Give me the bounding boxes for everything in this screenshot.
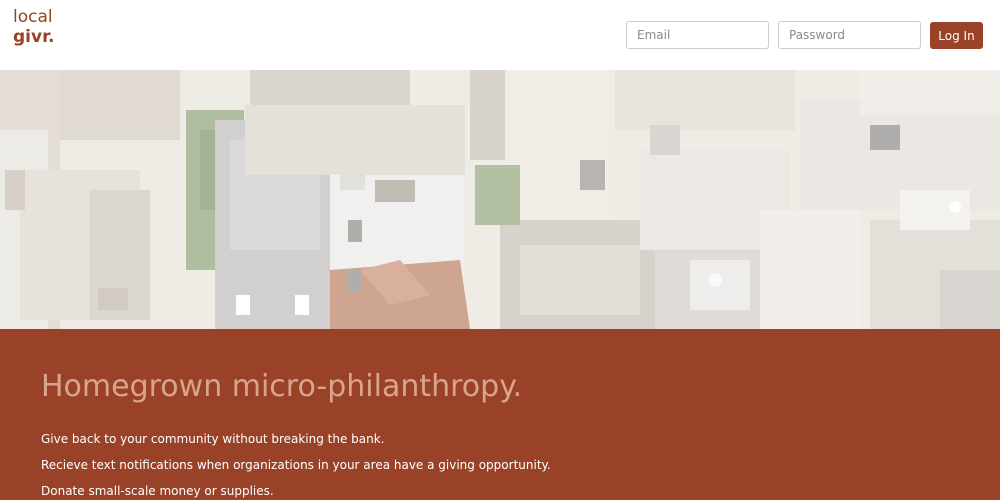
value-list: Give back to your community without brea… [41, 432, 551, 500]
value-point: Give back to your community without brea… [41, 432, 385, 446]
email-field[interactable] [626, 21, 769, 49]
headline: Homegrown micro-philanthropy. [41, 369, 523, 404]
site-header: local givr. Log In [0, 0, 1000, 70]
login-button[interactable]: Log In [930, 22, 983, 49]
value-point: Donate small-scale money or supplies. [41, 484, 274, 498]
logo-line-local: local [13, 7, 53, 27]
hero-overlay [0, 70, 1000, 329]
logo-line-givr: givr. [13, 27, 55, 47]
value-point: Recieve text notifications when organiza… [41, 458, 551, 472]
password-field[interactable] [778, 21, 921, 49]
logo[interactable]: local givr. [13, 7, 55, 47]
hero-image [0, 70, 1000, 329]
pitch-section: Homegrown micro-philanthropy. Give back … [0, 329, 1000, 500]
